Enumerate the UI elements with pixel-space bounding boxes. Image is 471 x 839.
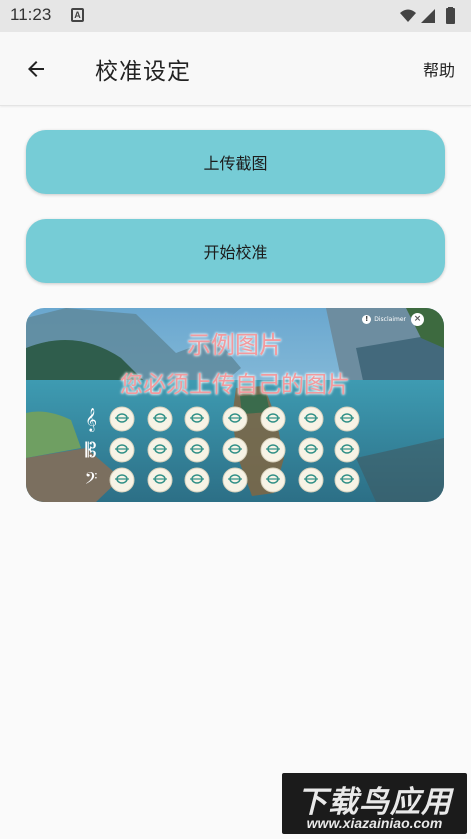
status-icons <box>400 7 455 24</box>
status-bar: 11:23 A <box>0 0 471 32</box>
back-button[interactable] <box>14 47 58 91</box>
arrow-left-icon <box>28 61 44 77</box>
watermark-url: www.xiazainiao.com <box>306 815 443 831</box>
battery-icon <box>446 8 455 24</box>
instrument-key <box>222 406 248 432</box>
instrument-key <box>184 437 210 463</box>
instrument-key <box>334 406 360 432</box>
instrument-key <box>334 467 360 493</box>
instrument-key <box>184 467 210 493</box>
alto-clef-icon: 𝄡 <box>85 438 96 462</box>
cellular-signal-icon <box>421 9 435 23</box>
example-image: 示例图片 您必须上传自己的图片 ! Disclaimer × 𝄞 𝄡 𝄢 <box>26 308 444 502</box>
upload-screenshot-button[interactable]: 上传截图 <box>26 130 445 194</box>
instrument-key <box>260 467 286 493</box>
help-button[interactable]: 帮助 <box>423 57 455 81</box>
instrument-key <box>147 467 173 493</box>
instrument-key <box>147 406 173 432</box>
instrument-key <box>222 437 248 463</box>
app-bar: 校准设定 帮助 <box>0 32 471 106</box>
instrument-key <box>147 437 173 463</box>
instrument-key <box>184 406 210 432</box>
instrument-key <box>298 467 324 493</box>
instrument-key <box>222 467 248 493</box>
status-time: 11:23 <box>10 5 52 24</box>
instrument-key <box>260 437 286 463</box>
treble-clef-icon: 𝄞 <box>85 407 97 432</box>
notification-icon: A <box>71 8 84 22</box>
bass-clef-icon: 𝄢 <box>85 468 98 492</box>
instrument-key <box>334 437 360 463</box>
instrument-key <box>109 467 135 493</box>
instrument-key-grid: 𝄞 𝄡 𝄢 <box>85 406 360 493</box>
wifi-icon <box>400 9 416 22</box>
instrument-key <box>260 406 286 432</box>
instrument-key <box>109 406 135 432</box>
start-calibration-button[interactable]: 开始校准 <box>26 219 445 283</box>
watermark-logo: 下载鸟应用 www.xiazainiao.com <box>282 773 467 834</box>
page-title: 校准设定 <box>95 59 191 85</box>
instrument-key <box>298 406 324 432</box>
instrument-key <box>298 437 324 463</box>
instrument-key <box>109 437 135 463</box>
